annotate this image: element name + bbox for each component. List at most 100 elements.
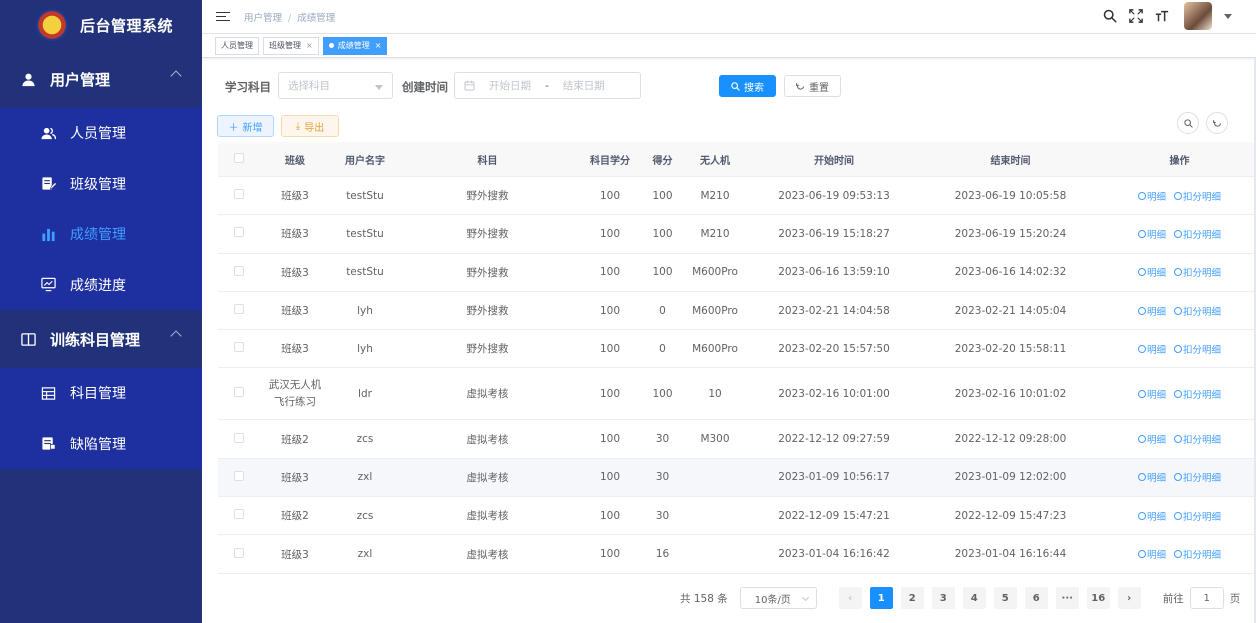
detail-link[interactable]: 明细 <box>1137 387 1166 401</box>
table-row[interactable]: 班级2 zcs 虚拟考核 100 30 M300 2022-12-12 09:27:59 20… <box>218 420 1256 459</box>
tag-class[interactable]: 班级管理 × <box>263 36 319 55</box>
menu-group-user-management[interactable]: 用户管理 <box>0 50 202 108</box>
row-actions: 明细 扣分明细 <box>1103 189 1256 203</box>
table-row[interactable]: 班级3 testStu 野外搜救 100 100 M600Pro 2023-06-16 13… <box>218 254 1256 292</box>
deduct-detail-link[interactable]: 扣分明细 <box>1174 227 1221 241</box>
breadcrumb-item[interactable]: 用户管理 <box>244 13 282 24</box>
table-cell: 班级2 <box>281 510 309 523</box>
fullscreen-icon[interactable] <box>1128 8 1144 24</box>
table-cell: 虚拟考核 <box>466 510 509 523</box>
table-cell: 班级3 <box>281 190 309 203</box>
menu-fold-icon[interactable] <box>216 11 230 22</box>
chevron-down-icon <box>801 593 809 602</box>
detail-link[interactable]: 明细 <box>1137 342 1166 356</box>
detail-link[interactable]: 明细 <box>1137 470 1166 484</box>
sidebar-item-label: 成绩进度 <box>70 277 126 294</box>
row-checkbox[interactable] <box>234 227 244 238</box>
table-row[interactable]: 班级3 testStu 野外搜救 100 100 M210 2023-06-19 15:18… <box>218 215 1256 254</box>
add-button[interactable]: ＋新增 <box>217 115 274 137</box>
page-button[interactable]: 5 <box>993 587 1017 609</box>
sidebar-item-scores[interactable]: 成绩管理 <box>0 209 202 260</box>
sidebar-item-personnel[interactable]: 人员管理 <box>0 108 202 159</box>
table-row[interactable]: 班级3 lyh 野外搜救 100 0 M600Pro 2023-02-21 14:04:58… <box>218 292 1256 331</box>
deduct-detail-link[interactable]: 扣分明细 <box>1174 387 1221 401</box>
refresh-table-button[interactable] <box>1206 112 1228 134</box>
page-size-select[interactable]: 10条/页 <box>739 587 817 609</box>
next-page-button[interactable]: › <box>1117 587 1141 609</box>
detail-link[interactable]: 明细 <box>1137 227 1166 241</box>
table-row[interactable]: 班级3 testStu 野外搜救 100 100 M210 2023-06-19 09:53… <box>218 177 1256 216</box>
detail-link[interactable]: 明细 <box>1137 547 1166 561</box>
select-all-checkbox[interactable] <box>234 152 244 163</box>
tag-personnel[interactable]: 人员管理 <box>215 36 259 55</box>
detail-link[interactable]: 明细 <box>1137 509 1166 523</box>
detail-link[interactable]: 明细 <box>1137 189 1166 203</box>
row-checkbox[interactable] <box>234 189 244 200</box>
table-cell: 2023-06-19 15:20:24 <box>954 227 1067 240</box>
sidebar-item-progress[interactable]: 成绩进度 <box>0 260 202 311</box>
menu-group-training-subject[interactable]: 训练科目管理 <box>0 310 202 368</box>
deduct-detail-link[interactable]: 扣分明细 <box>1174 189 1221 203</box>
row-checkbox[interactable] <box>234 432 244 443</box>
sidebar-item-subjects[interactable]: 科目管理 <box>0 368 202 419</box>
row-checkbox[interactable] <box>234 387 244 398</box>
detail-link[interactable]: 明细 <box>1137 265 1166 279</box>
deduct-detail-link[interactable]: 扣分明细 <box>1174 265 1221 279</box>
table-row[interactable]: 班级3 zxl 虚拟考核 100 16 2023-01-04 16:16:42 2023-0… <box>218 535 1256 574</box>
more-pages-button[interactable]: ··· <box>1055 587 1079 609</box>
submenu-user-management: 人员管理 班级管理 成绩管理 成绩进度 <box>0 108 202 310</box>
table-cell: 0 <box>659 304 666 317</box>
page-button[interactable]: 1 <box>869 587 893 609</box>
table-row[interactable]: 班级3 zxl 虚拟考核 100 30 2023-01-09 10:56:17 2023-0… <box>218 458 1256 498</box>
table-cell: zcs <box>356 433 374 446</box>
page-button[interactable]: 2 <box>900 587 924 609</box>
deduct-detail-link[interactable]: 扣分明细 <box>1174 509 1221 523</box>
close-icon[interactable]: × <box>375 41 382 50</box>
export-button[interactable]: ⤓ 导出 <box>281 115 339 137</box>
deduct-detail-link[interactable]: 扣分明细 <box>1174 547 1221 561</box>
caret-down-icon[interactable] <box>1224 13 1232 19</box>
reset-button[interactable]: 重置 <box>784 75 841 97</box>
goto-label: 前往 <box>1162 592 1184 605</box>
detail-link[interactable]: 明细 <box>1137 304 1166 318</box>
close-icon[interactable]: × <box>306 41 313 50</box>
table-cell: 2023-02-20 15:57:50 <box>778 342 890 355</box>
table-cell: 2023-01-09 12:02:00 <box>954 471 1067 484</box>
font-size-icon[interactable] <box>1154 8 1170 24</box>
search-icon[interactable] <box>1102 8 1118 24</box>
sidebar-item-class[interactable]: 班级管理 <box>0 159 202 210</box>
goto-page-input[interactable]: 1 <box>1189 587 1224 609</box>
col-header: 结束时间 <box>990 155 1031 167</box>
date-range-picker[interactable]: 开始日期 - 结束日期 <box>454 72 641 99</box>
row-checkbox[interactable] <box>234 265 244 276</box>
scores-table: 班级 用户名字 科目 科目学分 得分 无人机 开始时间 结束时间 操作 班级3 t… <box>218 142 1256 574</box>
prev-page-button[interactable]: ‹ <box>838 587 862 609</box>
row-checkbox[interactable] <box>234 547 244 558</box>
row-checkbox[interactable] <box>234 509 244 520</box>
tag-scores[interactable]: 成绩管理 × <box>322 36 388 55</box>
toggle-search-button[interactable] <box>1177 112 1199 134</box>
table-cell: 2022-12-12 09:27:59 <box>778 433 890 446</box>
end-date-input[interactable]: 结束日期 <box>563 78 605 93</box>
deduct-detail-link[interactable]: 扣分明细 <box>1174 470 1221 484</box>
table-row[interactable]: 班级2 zcs 虚拟考核 100 30 2022-12-09 15:47:21 2022-1… <box>218 497 1256 536</box>
row-checkbox[interactable] <box>234 342 244 353</box>
start-date-input[interactable]: 开始日期 <box>489 78 531 93</box>
row-checkbox[interactable] <box>234 304 244 315</box>
subject-select[interactable]: 选择科目 <box>278 72 393 99</box>
row-checkbox[interactable] <box>234 470 244 481</box>
table-row[interactable]: 武汉无人机飞行练习 ldr 虚拟考核 100 100 10 2023-02-16 10:01… <box>218 368 1256 421</box>
page-button[interactable]: 3 <box>931 587 955 609</box>
search-button[interactable]: 搜索 <box>719 75 776 97</box>
deduct-detail-link[interactable]: 扣分明细 <box>1174 342 1221 356</box>
deduct-detail-link[interactable]: 扣分明细 <box>1174 432 1221 446</box>
page-button[interactable]: 16 <box>1086 587 1110 609</box>
table-row[interactable]: 班级3 lyh 野外搜救 100 0 M600Pro 2023-02-20 15:57:50… <box>218 330 1256 369</box>
page-button[interactable]: 6 <box>1024 587 1048 609</box>
menu-group-label: 用户管理 <box>50 70 111 89</box>
user-avatar[interactable] <box>1184 2 1212 30</box>
detail-link[interactable]: 明细 <box>1137 432 1166 446</box>
page-button[interactable]: 4 <box>962 587 986 609</box>
sidebar-item-defects[interactable]: 缺陷管理 <box>0 419 202 470</box>
deduct-detail-link[interactable]: 扣分明细 <box>1174 304 1221 318</box>
